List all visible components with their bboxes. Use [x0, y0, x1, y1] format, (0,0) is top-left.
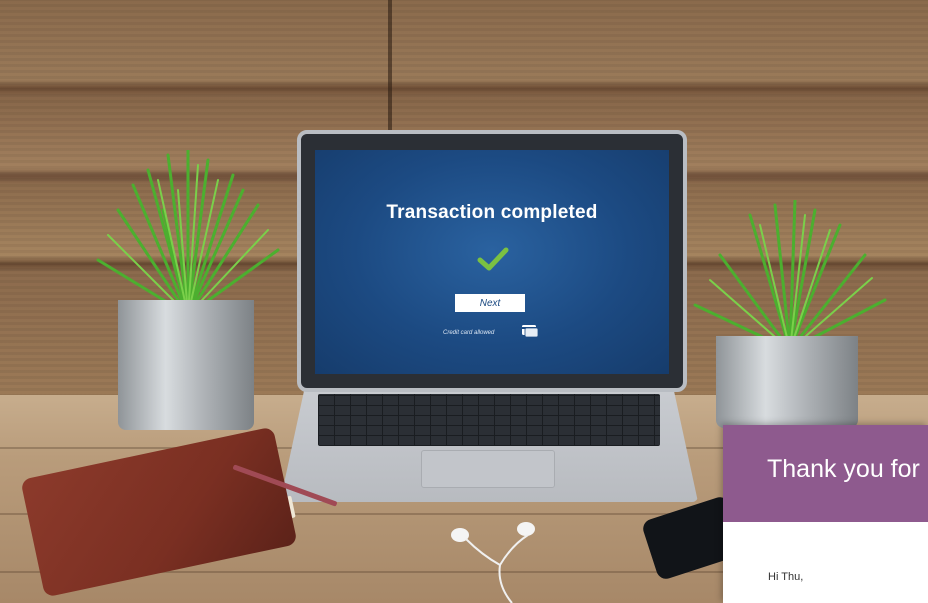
- right-plant-grass: [693, 200, 887, 350]
- credit-card-note: Credit card allowed: [443, 330, 495, 336]
- credit-card-icon: [522, 325, 539, 338]
- right-metal-pot: [716, 336, 858, 428]
- email-preview-card: Thank you for Hi Thu,: [723, 425, 928, 603]
- left-metal-pot: [118, 300, 254, 430]
- laptop-keyboard: [318, 394, 660, 446]
- left-plant-grass: [96, 150, 280, 315]
- email-header-text: Thank you for: [767, 455, 920, 483]
- laptop-trackpad: [421, 450, 555, 488]
- email-header-banner: Thank you for: [723, 425, 928, 522]
- check-icon: [477, 247, 509, 271]
- transaction-title: Transaction completed: [386, 202, 598, 223]
- laptop-screen: Transaction completed Next Credit card a…: [315, 150, 669, 374]
- next-button[interactable]: Next: [455, 294, 525, 312]
- earphones: [451, 522, 535, 603]
- laptop-base: [280, 386, 698, 502]
- laptop-lid: Transaction completed Next Credit card a…: [297, 130, 687, 392]
- email-greeting: Hi Thu,: [768, 571, 804, 583]
